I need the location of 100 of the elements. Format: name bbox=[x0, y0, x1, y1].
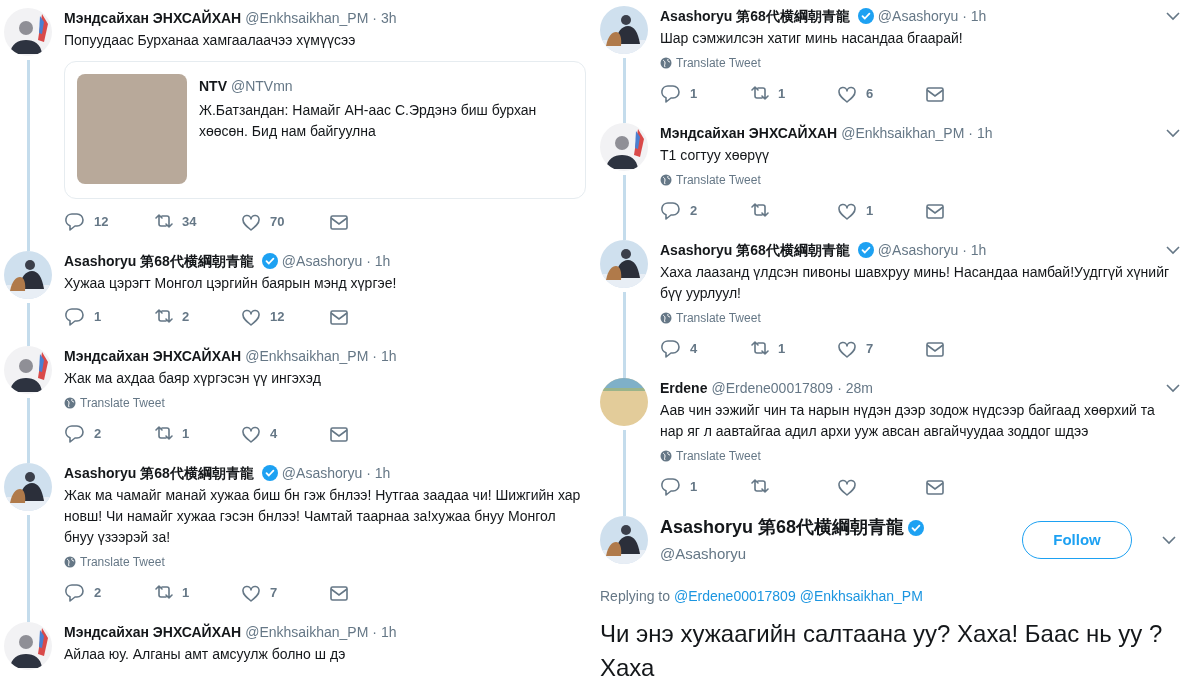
author-handle[interactable]: @Asashoryu bbox=[877, 239, 959, 261]
quoted-author-handle: @NTVmn bbox=[231, 76, 293, 96]
main-tweet-text: Чи энэ хужаагийн салтаана уу? Хаха! Баас нь уу ? Хаха bbox=[600, 618, 1164, 683]
quoted-tweet-text: Ж.Батзандан: Намайг АН-аас С.Эрдэнэ биш бурхан хөөсөн. Бид нам байгуулна bbox=[199, 101, 538, 141]
translate-tweet-link[interactable]: Translate Tweet bbox=[660, 55, 761, 71]
author-name[interactable]: Asashoryu 第68代横綱朝青龍 bbox=[64, 462, 254, 484]
tweet-time[interactable]: · 1h bbox=[968, 122, 993, 144]
tweet-text: Жак ма чамайг манай хужаа биш бн гэж бнлээ! Нутгаа заадаа чи! Шижгийн хар новш! Чи намайг хужаа гэсэн бнлээ! Чамтай таарнаа за!хужаа бнуу Монгол бнуу үзээрэй за! bbox=[64, 486, 582, 547]
speech-bubble-icon[interactable] bbox=[64, 582, 86, 604]
replying-to-label: Replying to bbox=[600, 586, 671, 606]
speech-bubble-icon[interactable] bbox=[64, 211, 86, 233]
author-name[interactable]: Erdene bbox=[660, 377, 708, 399]
tweet-text: Аав чин ээжийг чин та нарын нүдэн дээр зодож нүдсээр байгаад хөөрхий та нар яг л аавтайгаа адил архи ууж авсан авгайчуудаа зоддог шдээ bbox=[660, 401, 1156, 441]
like-count: 70 bbox=[270, 213, 285, 232]
author-name[interactable]: Asashoryu 第68代横綱朝青龍 bbox=[64, 250, 254, 272]
author-handle[interactable]: @Enkhsaikhan_PM bbox=[245, 621, 369, 643]
speech-bubble-icon[interactable] bbox=[64, 306, 86, 328]
chevron-down-icon[interactable] bbox=[1166, 383, 1180, 393]
mention-link[interactable]: @Erdene00017809 bbox=[674, 585, 796, 607]
tweet-text: Хужаа цэрэгт Монгол цэргийн баярын мэнд хүргэе! bbox=[64, 274, 398, 293]
retweet-count: 1 bbox=[778, 340, 786, 359]
retweet-count: 1 bbox=[182, 584, 190, 603]
tweet-text: Т1 согтуу хөөрүү bbox=[660, 146, 771, 165]
author-name[interactable]: Asashoryu 第68代横綱朝青龍 bbox=[660, 5, 850, 27]
reply-count: 12 bbox=[94, 213, 109, 232]
translate-tweet-link[interactable]: Translate Tweet bbox=[660, 172, 761, 188]
globe-icon bbox=[660, 450, 672, 462]
tweet-time[interactable]: · 28m bbox=[837, 377, 873, 399]
quoted-tweet-card[interactable]: NTV @NTVmn Ж.Батзандан: Намайг АН-аас С.Эрдэнэ биш бурхан хөөсөн. Бид нам байгуулна bbox=[64, 61, 586, 199]
author-handle[interactable]: @Asashoryu bbox=[660, 543, 1010, 566]
author-name[interactable]: Мэндсайхан ЭНХСАЙХАН bbox=[64, 345, 242, 367]
chevron-down-icon[interactable] bbox=[1166, 245, 1180, 255]
like-count: 7 bbox=[866, 340, 874, 359]
retweet-count: 1 bbox=[182, 425, 190, 444]
speech-bubble-icon[interactable] bbox=[660, 200, 682, 222]
globe-icon bbox=[64, 556, 76, 568]
speech-bubble-icon[interactable] bbox=[660, 83, 682, 105]
translate-tweet-link[interactable]: Translate Tweet bbox=[64, 554, 165, 570]
avatar-silhouette bbox=[600, 515, 648, 564]
reply-count: 4 bbox=[690, 340, 698, 359]
avatar-photo-placeholder bbox=[600, 378, 648, 426]
globe-icon bbox=[64, 397, 76, 409]
author-handle[interactable]: @Asashoryu bbox=[281, 462, 363, 484]
avatar-silhouette bbox=[4, 8, 52, 56]
avatar-silhouette bbox=[600, 123, 648, 171]
reply-count: 1 bbox=[94, 308, 102, 327]
tweet-time[interactable]: · 1h bbox=[372, 621, 397, 643]
author-handle[interactable]: @Erdene00017809 bbox=[711, 377, 834, 399]
author-name[interactable]: Мэндсайхан ЭНХСАЙХАН bbox=[64, 621, 242, 643]
like-count: 1 bbox=[866, 202, 874, 221]
tweet-text: Попуудаас Бурханаа хамгаалаачээ хүмүүсээ bbox=[64, 31, 357, 50]
author-handle[interactable]: @Asashoryu bbox=[281, 250, 363, 272]
author-name[interactable]: Мэндсайхан ЭНХСАЙХАН bbox=[660, 122, 838, 144]
chevron-down-icon[interactable] bbox=[1166, 11, 1180, 21]
avatar-silhouette bbox=[4, 622, 52, 670]
tweet-time[interactable]: · 1h bbox=[366, 462, 391, 484]
reply-count: 2 bbox=[690, 202, 698, 221]
globe-icon bbox=[660, 312, 672, 324]
author-name[interactable]: Asashoryu 第68代横綱朝青龍 bbox=[660, 514, 905, 541]
author-name[interactable]: Мэндсайхан ЭНХСАЙХАН bbox=[64, 7, 242, 29]
translate-tweet-link[interactable]: Translate Tweet bbox=[660, 310, 761, 326]
like-count: 12 bbox=[270, 308, 285, 327]
author-handle[interactable]: @Enkhsaikhan_PM bbox=[245, 345, 369, 367]
retweet-count: 2 bbox=[182, 308, 190, 327]
quoted-author-name: NTV bbox=[199, 76, 227, 96]
translate-tweet-link[interactable]: Translate Tweet bbox=[660, 448, 761, 464]
like-count: 6 bbox=[866, 85, 874, 104]
tweet-text: Шар сэмжилсэн хатиг минь насандаа бгаарай! bbox=[660, 29, 964, 48]
tweet-time[interactable]: · 3h bbox=[372, 7, 397, 29]
tweet-text: Хаха лаазанд үлдсэн пивоны шавхруу минь! Насандаа намбай!Уудггүй хүнийг бүү уурлуул! bbox=[660, 263, 1171, 303]
tweet-text: Айлаа юу. Алганы амт амсуулж болно ш дэ bbox=[64, 645, 347, 664]
tweet-text: Жак ма ахдаа баяр хүргэсэн үү ингэхэд bbox=[64, 369, 322, 388]
avatar-silhouette bbox=[4, 251, 52, 299]
avatar-silhouette bbox=[600, 6, 648, 54]
author-name[interactable]: Asashoryu 第68代横綱朝青龍 bbox=[660, 239, 850, 261]
tweet-time[interactable]: · 1h bbox=[962, 239, 987, 261]
reply-count: 1 bbox=[690, 85, 698, 104]
translate-tweet-link[interactable]: Translate Tweet bbox=[64, 395, 165, 411]
tweet-time[interactable]: · 1h bbox=[372, 345, 397, 367]
avatar-silhouette bbox=[4, 346, 52, 394]
like-count: 7 bbox=[270, 584, 278, 603]
author-handle[interactable]: @Enkhsaikhan_PM bbox=[841, 122, 965, 144]
mention-link[interactable]: @Enkhsaikhan_PM bbox=[799, 585, 923, 607]
author-handle[interactable]: @Enkhsaikhan_PM bbox=[245, 7, 369, 29]
author-handle[interactable]: @Asashoryu bbox=[877, 5, 959, 27]
chevron-down-icon[interactable] bbox=[1166, 128, 1180, 138]
chevron-down-icon[interactable] bbox=[1162, 534, 1176, 545]
tweet-time[interactable]: · 1h bbox=[366, 250, 391, 272]
like-count: 4 bbox=[270, 425, 278, 444]
avatar-silhouette bbox=[4, 463, 52, 511]
retweet-count: 1 bbox=[778, 85, 786, 104]
reply-count: 2 bbox=[94, 425, 102, 444]
speech-bubble-icon[interactable] bbox=[64, 423, 86, 445]
tweet-time[interactable]: · 1h bbox=[962, 5, 987, 27]
reply-count: 1 bbox=[690, 478, 698, 497]
speech-bubble-icon[interactable] bbox=[660, 476, 682, 498]
retweet-count: 34 bbox=[182, 213, 197, 232]
speech-bubble-icon[interactable] bbox=[660, 338, 682, 360]
globe-icon bbox=[660, 57, 672, 69]
reply-count: 2 bbox=[94, 584, 102, 603]
